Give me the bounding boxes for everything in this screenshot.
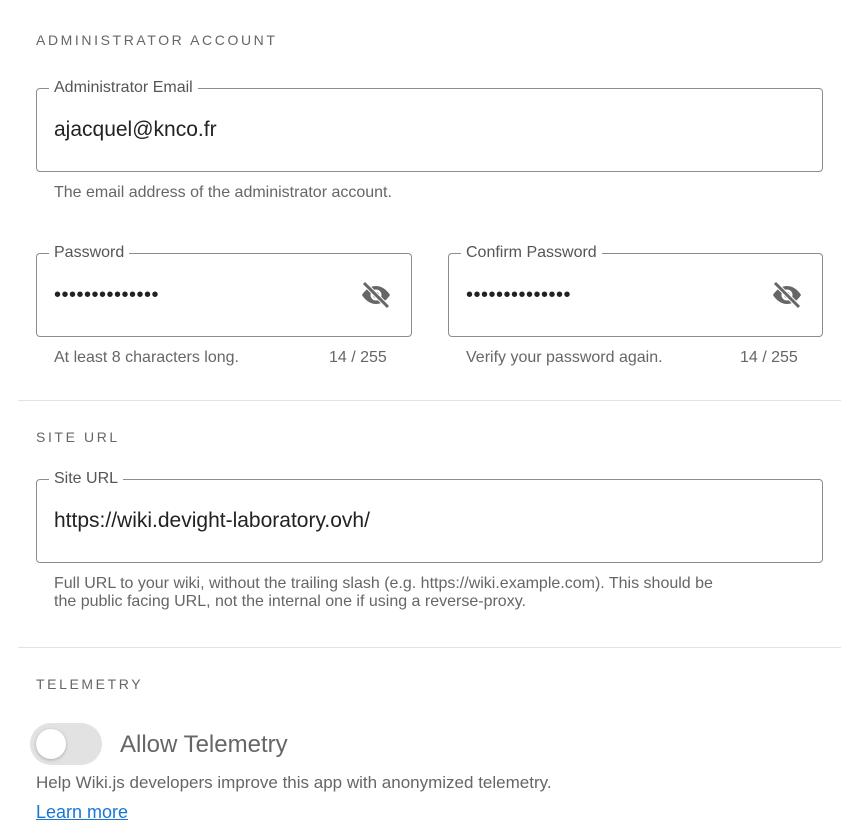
section-title-site-url: SITE URL (36, 429, 120, 445)
section-title-admin: ADMINISTRATOR ACCOUNT (36, 32, 278, 48)
password-field[interactable]: Password •••••••••••••• (36, 244, 412, 337)
telemetry-toggle-label[interactable]: Allow Telemetry (120, 731, 288, 759)
admin-email-hint: The email address of the administrator a… (54, 184, 392, 201)
confirm-password-field[interactable]: Confirm Password •••••••••••••• (448, 244, 823, 337)
section-divider (18, 647, 841, 648)
site-url-hint-line2: the public facing URL, not the internal … (54, 593, 526, 610)
confirm-password-hint: Verify your password again. (466, 349, 663, 366)
eye-off-icon[interactable] (357, 276, 395, 314)
password-value[interactable]: •••••••••••••• (54, 254, 159, 336)
admin-email-value[interactable]: ajacquel@knco.fr (54, 89, 217, 171)
section-divider (18, 400, 841, 401)
site-url-hint-line1: Full URL to your wiki, without the trail… (54, 575, 713, 592)
confirm-password-counter: 14 / 255 (740, 349, 798, 366)
confirm-password-value[interactable]: •••••••••••••• (466, 254, 571, 336)
setup-form: ADMINISTRATOR ACCOUNT Administrator Emai… (0, 0, 862, 835)
eye-off-icon[interactable] (768, 276, 806, 314)
password-counter: 14 / 255 (329, 349, 387, 366)
section-title-telemetry: TELEMETRY (36, 676, 144, 692)
admin-email-field[interactable]: Administrator Email ajacquel@knco.fr (36, 79, 823, 172)
toggle-thumb (36, 729, 66, 759)
password-hint: At least 8 characters long. (54, 349, 239, 366)
site-url-field[interactable]: Site URL https://wiki.devight-laboratory… (36, 470, 823, 563)
telemetry-toggle[interactable] (30, 723, 102, 765)
learn-more-link[interactable]: Learn more (36, 802, 128, 823)
site-url-value[interactable]: https://wiki.devight-laboratory.ovh/ (54, 480, 370, 562)
telemetry-description: Help Wiki.js developers improve this app… (36, 773, 552, 792)
